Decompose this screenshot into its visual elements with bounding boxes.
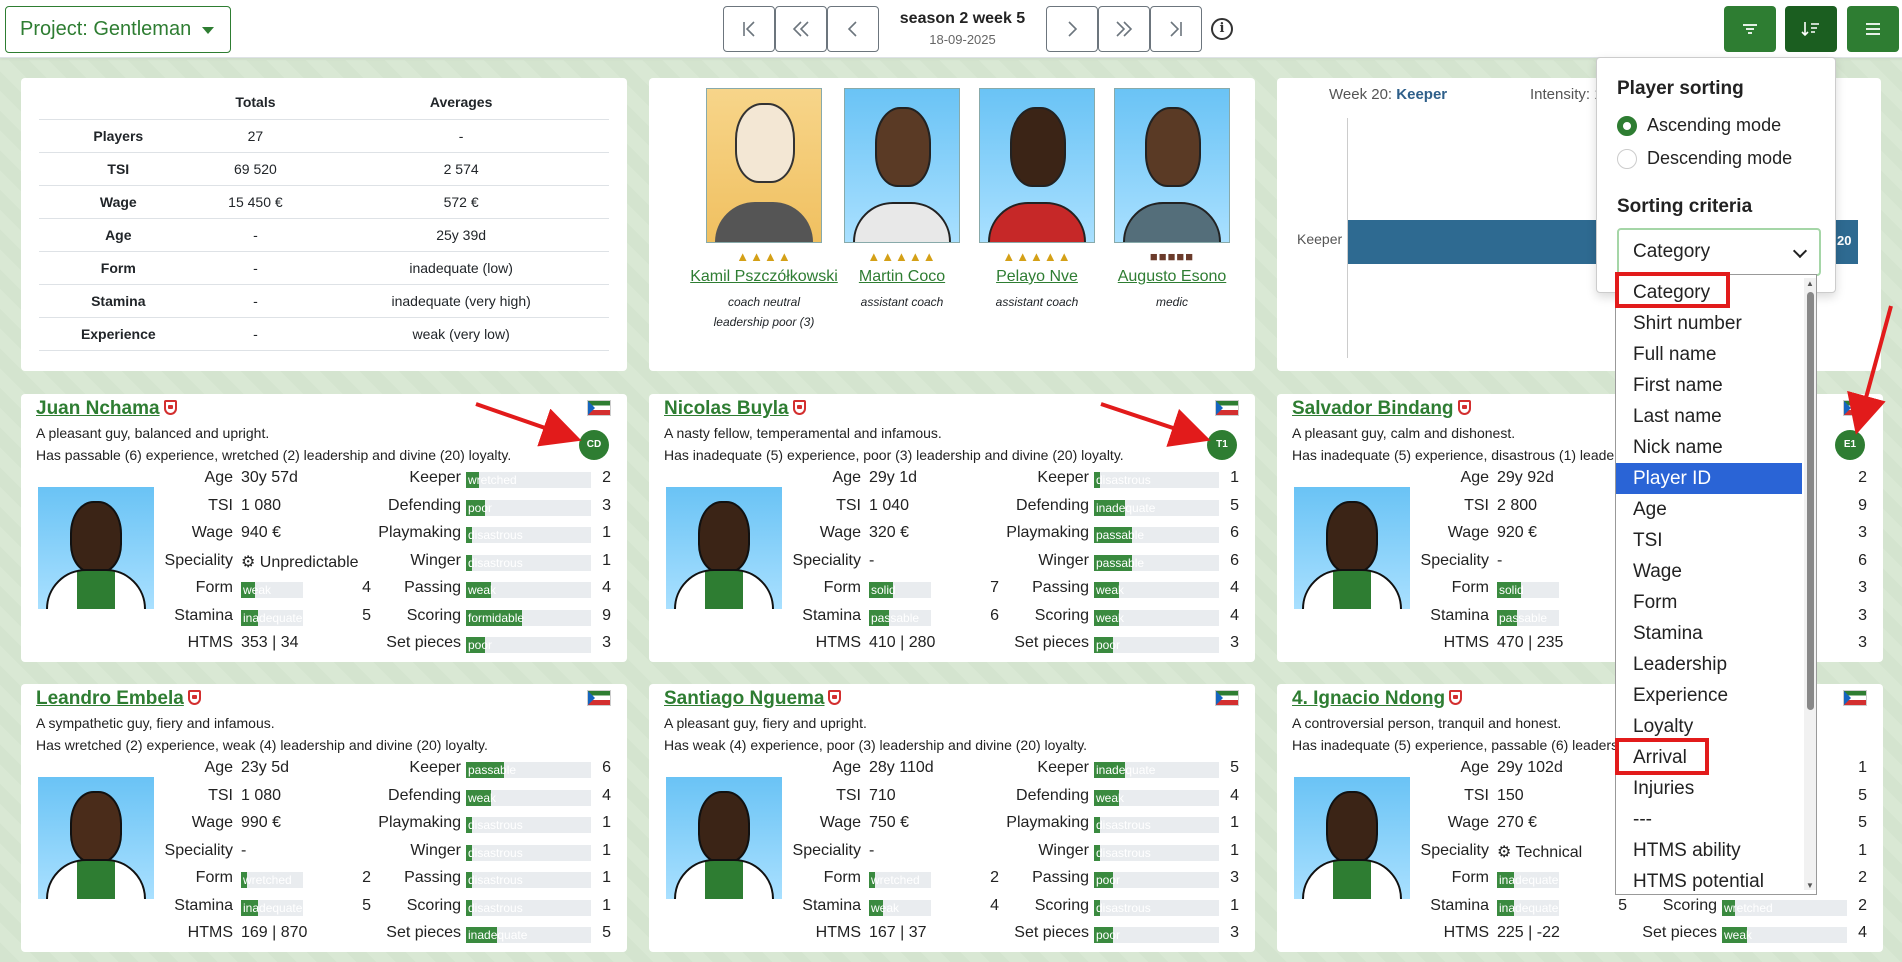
arrow-to-cd-badge: [475, 402, 582, 447]
arrow-to-t1-badge: [1100, 402, 1211, 447]
annotation-arrows: [475, 305, 1893, 447]
arrow-to-e1-badge: [1847, 305, 1893, 435]
